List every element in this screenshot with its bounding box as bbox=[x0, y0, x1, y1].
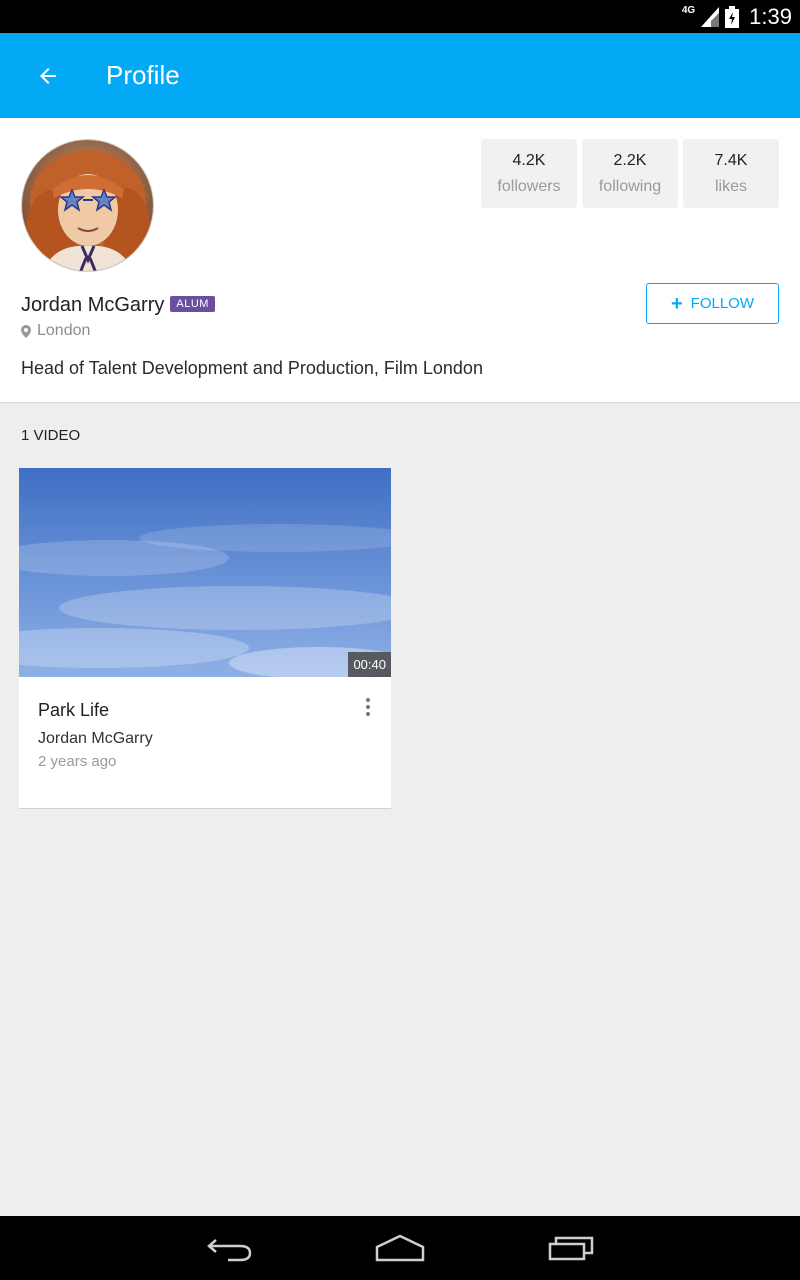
video-title[interactable]: Park Life bbox=[38, 700, 109, 721]
nav-back-button[interactable] bbox=[190, 1226, 270, 1270]
signal-icon bbox=[701, 6, 720, 27]
arrow-back-icon bbox=[40, 68, 56, 84]
avatar-image bbox=[22, 140, 153, 271]
back-button[interactable] bbox=[20, 53, 76, 99]
follow-button[interactable]: + FOLLOW bbox=[646, 283, 779, 324]
profile-stats: 4.2K followers 2.2K following 7.4K likes bbox=[481, 139, 779, 208]
nav-home-button[interactable] bbox=[360, 1226, 440, 1270]
video-author[interactable]: Jordan McGarry bbox=[38, 730, 153, 748]
nav-home-icon bbox=[375, 1234, 425, 1262]
app-bar: Profile bbox=[0, 33, 800, 118]
profile-header: 4.2K followers 2.2K following 7.4K likes… bbox=[0, 118, 800, 403]
battery-icon bbox=[725, 5, 740, 28]
video-card[interactable]: 00:40 Park Life Jordan McGarry 2 years a… bbox=[19, 468, 391, 809]
alum-badge: ALUM bbox=[170, 295, 215, 312]
video-thumbnail[interactable]: 00:40 bbox=[19, 468, 391, 677]
location-label: London bbox=[37, 322, 91, 339]
stat-following[interactable]: 2.2K following bbox=[582, 139, 678, 208]
stat-label: likes bbox=[714, 177, 747, 195]
stat-followers[interactable]: 4.2K followers bbox=[481, 139, 577, 208]
status-time: 1:39 bbox=[749, 3, 792, 29]
plus-icon: + bbox=[670, 292, 683, 315]
stat-value: 7.4K bbox=[714, 151, 748, 169]
nav-recents-icon bbox=[548, 1236, 594, 1261]
videos-heading: 1 VIDEO bbox=[21, 427, 81, 444]
video-duration: 00:40 bbox=[348, 652, 391, 677]
status-icons: 4G 1:39 bbox=[682, 0, 792, 33]
location-pin-icon bbox=[21, 324, 31, 338]
more-options-icon[interactable] bbox=[355, 694, 381, 720]
stat-value: 2.2K bbox=[613, 151, 647, 169]
video-age: 2 years ago bbox=[38, 753, 117, 770]
stat-likes[interactable]: 7.4K likes bbox=[683, 139, 779, 208]
profile-location: London bbox=[21, 322, 90, 340]
profile-name-row: Jordan McGarry ALUM bbox=[21, 294, 215, 317]
system-nav-bar bbox=[0, 1216, 800, 1280]
stat-value: 4.2K bbox=[512, 151, 546, 169]
stat-label: following bbox=[598, 177, 662, 195]
nav-back-icon bbox=[207, 1239, 252, 1262]
avatar bbox=[21, 139, 154, 272]
status-bar: 4G 1:39 bbox=[0, 0, 800, 33]
video-thumbnail-image bbox=[19, 468, 391, 677]
profile-bio: Head of Talent Development and Productio… bbox=[21, 358, 483, 378]
page-title: Profile bbox=[106, 60, 180, 90]
nav-recents-button[interactable] bbox=[531, 1226, 611, 1270]
stat-label: followers bbox=[497, 177, 561, 195]
follow-label: FOLLOW bbox=[690, 295, 755, 312]
network-type-label: 4G bbox=[681, 5, 696, 16]
profile-name: Jordan McGarry bbox=[21, 294, 165, 316]
